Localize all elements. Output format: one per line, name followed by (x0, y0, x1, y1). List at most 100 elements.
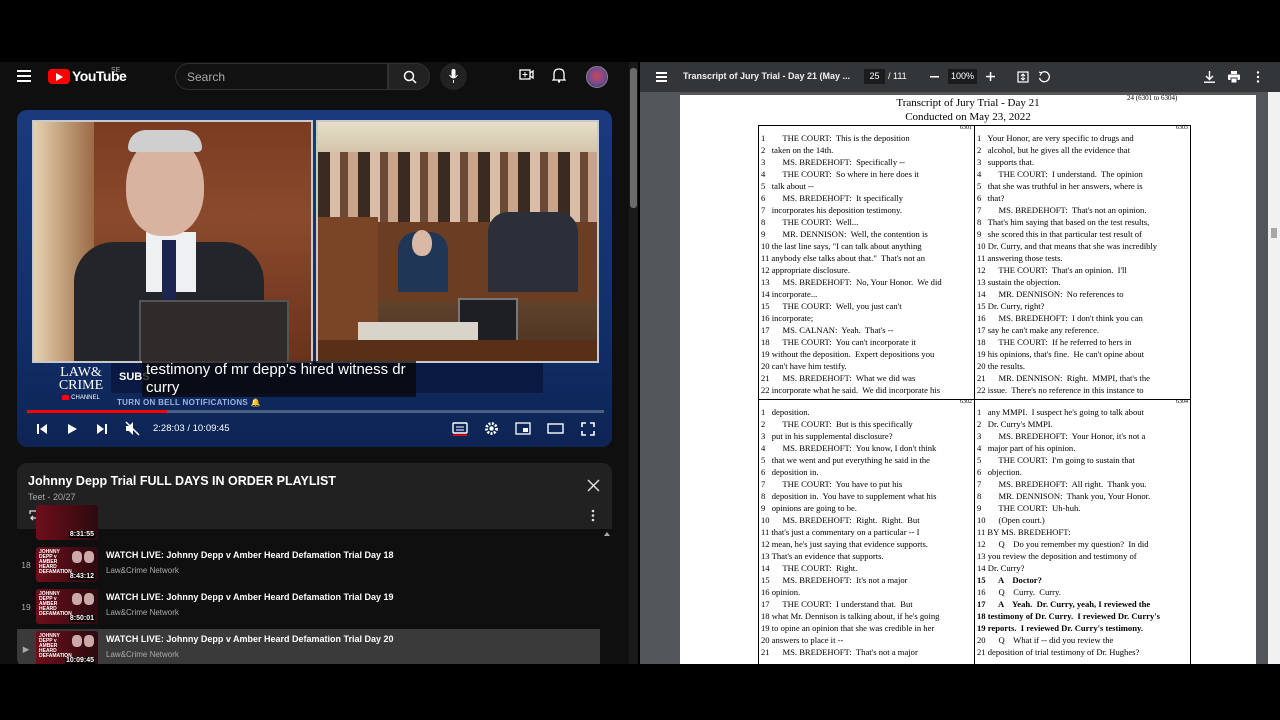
zoom-out-icon[interactable] (930, 76, 939, 78)
play-icon[interactable] (67, 423, 78, 435)
item-channel: Law&Crime Network (106, 650, 179, 659)
subtitles-icon[interactable] (452, 422, 468, 436)
close-icon[interactable] (587, 479, 600, 492)
pdf-document-title: Transcript of Jury Trial - Day 21 (May .… (683, 71, 851, 81)
channel-label: CHANNEL (71, 395, 100, 401)
pdf-toolbar: Transcript of Jury Trial - Day 21 (May .… (640, 62, 1280, 92)
caption-line-2: curry (146, 379, 180, 396)
create-video-icon[interactable] (519, 67, 534, 82)
playlist-item-day-18[interactable]: 18 JOHNNY DEPP v AMBER HEARD DEFAMATION … (17, 545, 600, 587)
download-icon[interactable] (1204, 71, 1215, 83)
miniplayer-icon[interactable] (515, 422, 531, 435)
item-title: WATCH LIVE: Johnny Depp v Amber Heard De… (106, 550, 394, 560)
theater-mode-icon[interactable] (547, 423, 564, 434)
transcript-line: 2 Dr. Curry's MMPI. (977, 419, 1053, 429)
duration-badge: 8:31:55 (68, 531, 95, 538)
transcript-line: 7 incorporates his deposition testimony. (761, 205, 902, 215)
transcript-line: 1 deposition. (761, 407, 810, 417)
account-avatar[interactable] (586, 66, 608, 88)
video-progress-bar[interactable] (27, 410, 604, 413)
transcript-line: 16 MS. BREDEHOFT: I don't think you can (977, 313, 1143, 323)
search-input[interactable]: Search (175, 63, 388, 90)
transcript-line: 13 MS. BREDEHOFT: No, Your Honor. We did (761, 277, 942, 287)
transcript-line: 3 MS. BREDEHOFT: Your Honor, it's not a (977, 431, 1146, 441)
next-icon[interactable] (96, 423, 108, 435)
transcript-line: 9 THE COURT: Uh-huh. (977, 503, 1081, 513)
youtube-window: YouTube SE Search LAW& CRIME CHANNEL SUB… (0, 62, 638, 664)
playlist-item-day-19[interactable]: 19 JOHNNY DEPP v AMBER HEARD DEFAMATION … (17, 587, 600, 629)
settings-gear-icon[interactable] (484, 421, 499, 436)
hamburger-menu-icon[interactable] (17, 70, 31, 82)
print-icon[interactable] (1228, 71, 1240, 83)
playlist-item-partial[interactable]: 8:31:55 (17, 503, 600, 545)
previous-icon[interactable] (36, 423, 48, 435)
transcript-line: 9 she scored this in that particular tes… (977, 229, 1142, 239)
playlist-title[interactable]: Johnny Depp Trial FULL DAYS IN ORDER PLA… (28, 474, 336, 488)
mute-icon[interactable] (125, 421, 140, 436)
transcript-line: 6 deposition in. (761, 467, 819, 477)
item-channel: Law&Crime Network (106, 608, 179, 617)
transcript-line: 7 MS. BREDEHOFT: All right. Thank you. (977, 479, 1147, 489)
transcript-line: 20 can't have him testify. (761, 361, 847, 371)
transcript-line: 20 the results. (977, 361, 1025, 371)
transcript-line: 19 his opinions, that's fine. He can't o… (977, 349, 1145, 359)
pdf-page: Transcript of Jury Trial - Day 21 Conduc… (680, 95, 1256, 664)
transcript-line: 11 BY MS. BREDEHOFT: (977, 527, 1071, 537)
transcript-line: 18 THE COURT: You can't incorporate it (761, 337, 916, 347)
transcript-line: 18 testimony of Dr. Curry. I reviewed Dr… (977, 611, 1160, 621)
duration-badge: 8:43:12 (68, 573, 95, 580)
transcript-line: 6 objection. (977, 467, 1022, 477)
progress-played (27, 410, 168, 413)
transcript-line: 3 supports that. (977, 157, 1035, 167)
page-number: 6303 (1176, 126, 1188, 131)
notifications-bell-icon[interactable] (552, 67, 566, 83)
playlist-item-day-20[interactable]: ▶ JOHNNY DEPP v AMBER HEARD DEFAMATION 1… (17, 629, 600, 664)
voice-search-button[interactable] (440, 63, 467, 90)
duration-badge: 8:50:01 (68, 615, 95, 622)
rotate-icon[interactable] (1038, 71, 1050, 83)
transcript-line: 20 Q What if -- did you review the (977, 635, 1114, 645)
pdf-scrollbar[interactable] (1268, 92, 1280, 664)
search-button[interactable] (388, 63, 430, 90)
transcript-line: 5 that we went and put everything he sai… (761, 455, 930, 465)
transcript-line: 13 sustain the objection. (977, 277, 1061, 287)
thumbnail-text: JOHNNY DEPP v AMBER HEARD DEFAMATION (39, 591, 72, 617)
transcript-line: 17 A Yeah. Dr. Curry, yeah, I reviewed t… (977, 599, 1151, 609)
transcript-page-6302: 6302 1 deposition. 2 THE COURT: But is thi… (759, 400, 974, 664)
zoom-level-input[interactable]: 100% (948, 69, 977, 84)
transcript-line: 15 A Doctor? (977, 575, 1042, 585)
transcript-line: 16 Q Curry. Curry. (977, 587, 1061, 597)
transcript-line: 3 MS. BREDEHOFT: Specifically -- (761, 157, 905, 167)
page-number: 6301 (960, 126, 972, 131)
transcript-line: 21 MS. BREDEHOFT: That's not a major (761, 647, 918, 657)
transcript-line: 7 THE COURT: You have to put his (761, 479, 903, 489)
document-date: Conducted on May 23, 2022 (905, 111, 1031, 123)
zoom-in-icon[interactable] (986, 72, 995, 81)
transcript-line: 1 any MMPI. I suspect he's going to talk… (977, 407, 1144, 417)
playlist-scrollbar[interactable] (602, 529, 612, 664)
fullscreen-icon[interactable] (581, 422, 595, 436)
transcript-line: 7 MS. BREDEHOFT: That's not an opinion. (977, 205, 1147, 215)
scrollbar-thumb[interactable] (630, 68, 637, 208)
transcript-line: 21 deposition of trial testimony of Dr. … (977, 647, 1140, 657)
video-frame-witness (32, 120, 313, 363)
fit-to-page-icon[interactable] (1017, 71, 1029, 83)
transcript-line: 2 alcohol, but he gives all the evidence… (977, 145, 1130, 155)
transcript-line: 6 that? (977, 193, 1005, 203)
transcript-line: 22 incorporate what he said. We did inco… (761, 385, 941, 395)
scroll-up-arrow-icon[interactable] (604, 532, 610, 536)
page-number-input[interactable]: 25 (864, 69, 885, 84)
transcript-line: 11 anybody else talks about that." That'… (761, 253, 926, 263)
transcript-line: 12 appropriate disclosure. (761, 265, 851, 275)
pdf-menu-icon[interactable] (656, 72, 667, 84)
page-scrollbar[interactable] (629, 62, 638, 664)
scrollbar-thumb[interactable] (1271, 228, 1277, 238)
law-and-crime-logo: LAW& CRIME CHANNEL (58, 365, 104, 402)
video-thumbnail: JOHNNY DEPP v AMBER HEARD DEFAMATION 8:4… (36, 547, 98, 582)
transcript-line: 16 incorporate; (761, 313, 814, 323)
youtube-logo[interactable]: YouTube SE (48, 67, 127, 84)
transcript-line: 21 MS. BREDEHOFT: What we did was (761, 373, 916, 383)
more-actions-icon[interactable] (1256, 71, 1260, 83)
video-player[interactable]: LAW& CRIME CHANNEL SUBS TURN ON BELL NOT… (17, 110, 612, 447)
transcript-line: 10 MS. BREDEHOFT: Right. Right. But (761, 515, 920, 525)
